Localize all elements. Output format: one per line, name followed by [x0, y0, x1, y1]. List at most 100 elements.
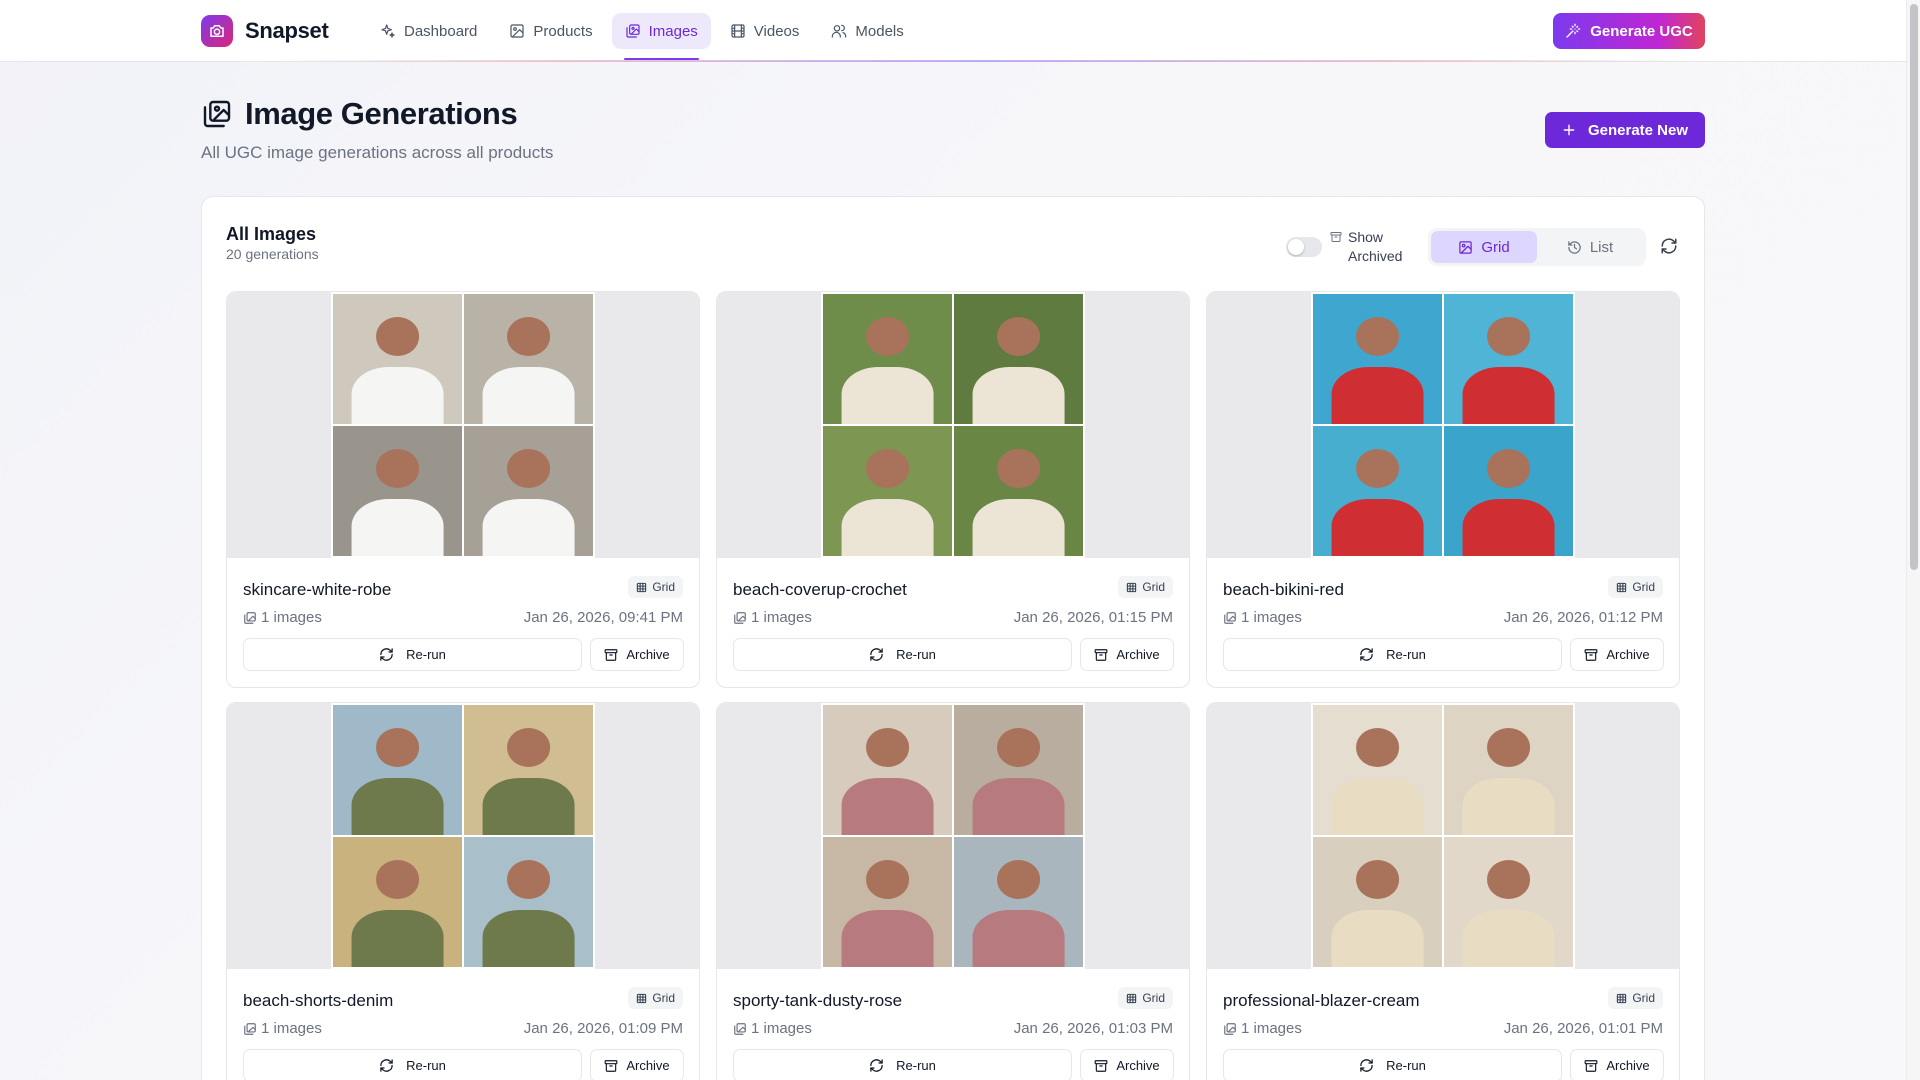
generation-date: Jan 26, 2026, 01:15 PM — [1013, 609, 1173, 626]
generation-name: professional-blazer-cream — [1223, 991, 1420, 1010]
image-count: 1 images — [243, 609, 322, 626]
grid-icon — [636, 582, 647, 593]
preview-thumbnail[interactable] — [1207, 292, 1679, 558]
wand-icon — [1565, 23, 1581, 39]
archive-label: Archive — [626, 1058, 670, 1073]
grid-icon — [1126, 993, 1137, 1004]
rerun-button[interactable]: Re-run — [733, 1049, 1072, 1080]
nav-label: Images — [648, 22, 698, 40]
scrollbar-thumb[interactable] — [1910, 4, 1918, 570]
generation-card[interactable]: beach-shorts-denim Grid 1 images Jan 26, 20… — [226, 702, 700, 1080]
camera-icon — [201, 15, 233, 47]
image-count: 1 images — [733, 609, 812, 626]
generation-date: Jan 26, 2026, 01:09 PM — [523, 1020, 683, 1037]
archive-icon — [604, 1059, 618, 1073]
preview-collage — [1311, 703, 1575, 969]
preview-image — [333, 426, 462, 556]
images-icon — [201, 98, 233, 130]
nav-label: Products — [533, 22, 593, 40]
generation-name: beach-bikini-red — [1223, 580, 1344, 599]
archive-button[interactable]: Archive — [1080, 638, 1174, 671]
preview-thumbnail[interactable] — [717, 703, 1189, 969]
grid-icon — [1616, 993, 1627, 1004]
generate-new-button[interactable]: Generate New — [1545, 112, 1705, 148]
generation-date: Jan 26, 2026, 01:12 PM — [1503, 609, 1663, 626]
navbar-accent-line — [280, 60, 1686, 62]
preview-image — [954, 837, 1083, 967]
layout-badge: Grid — [628, 987, 683, 1009]
grid-view-label: Grid — [1481, 238, 1510, 256]
nav-item-models[interactable]: Models — [818, 13, 916, 49]
preview-image — [1444, 294, 1573, 424]
generation-date: Jan 26, 2026, 09:41 PM — [523, 609, 683, 626]
generation-card[interactable]: beach-coverup-crochet Grid 1 images Jan 26,… — [716, 291, 1190, 688]
preview-image — [1313, 705, 1442, 835]
archive-icon — [1094, 1059, 1108, 1073]
layout-badge: Grid — [1118, 987, 1173, 1009]
generation-card[interactable]: sporty-tank-dusty-rose Grid 1 images Jan 26… — [716, 702, 1190, 1080]
refresh-icon — [869, 647, 884, 662]
users-icon — [831, 23, 847, 39]
page-scrollbar[interactable] — [1906, 0, 1920, 1080]
list-view-button[interactable]: List — [1537, 231, 1643, 263]
brand-name: Snapset — [245, 18, 329, 43]
nav-item-dashboard[interactable]: Dashboard — [367, 13, 490, 49]
rerun-button[interactable]: Re-run — [1223, 1049, 1562, 1080]
toggle-knob — [1288, 239, 1304, 255]
nav-item-products[interactable]: Products — [496, 13, 605, 49]
nav-item-videos[interactable]: Videos — [717, 13, 813, 49]
sparkles-icon — [380, 23, 396, 39]
preview-collage — [821, 292, 1085, 558]
archive-button[interactable]: Archive — [1570, 1049, 1664, 1080]
generate-new-label: Generate New — [1587, 121, 1689, 139]
preview-image — [954, 426, 1083, 556]
preview-image — [333, 837, 462, 967]
history-icon — [1567, 240, 1582, 255]
images-icon — [1223, 611, 1237, 625]
preview-image — [1313, 426, 1442, 556]
archive-icon — [1584, 1059, 1598, 1073]
grid-icon — [1616, 582, 1627, 593]
preview-image — [1444, 837, 1573, 967]
preview-image — [1313, 294, 1442, 424]
preview-thumbnail[interactable] — [227, 703, 699, 969]
generation-name: sporty-tank-dusty-rose — [733, 991, 903, 1010]
archive-button[interactable]: Archive — [1080, 1049, 1174, 1080]
archive-button[interactable]: Archive — [1570, 638, 1664, 671]
preview-image — [1444, 426, 1573, 556]
preview-thumbnail[interactable] — [227, 292, 699, 558]
archive-label: Archive — [1606, 1058, 1650, 1073]
generate-ugc-button[interactable]: Generate UGC — [1553, 13, 1705, 49]
nav-label: Models — [855, 22, 904, 40]
preview-collage — [1311, 292, 1575, 558]
archive-button[interactable]: Archive — [590, 638, 684, 671]
rerun-button[interactable]: Re-run — [243, 638, 582, 671]
refresh-icon[interactable] — [1660, 237, 1680, 257]
grid-view-button[interactable]: Grid — [1431, 231, 1537, 263]
image-count-text: 1 images — [1241, 609, 1302, 626]
preview-image — [464, 294, 593, 424]
images-icon — [243, 611, 257, 625]
preview-thumbnail[interactable] — [717, 292, 1189, 558]
preview-image — [823, 426, 952, 556]
nav-item-images[interactable]: Images — [611, 13, 711, 60]
generation-card[interactable]: beach-bikini-red Grid 1 images Jan 26, 2026… — [1206, 291, 1680, 688]
rerun-button[interactable]: Re-run — [1223, 638, 1562, 671]
layout-badge: Grid — [628, 576, 683, 598]
image-count-text: 1 images — [751, 1020, 812, 1037]
archive-button[interactable]: Archive — [590, 1049, 684, 1080]
preview-image — [333, 294, 462, 424]
show-archived-toggle[interactable] — [1286, 237, 1322, 257]
images-icon — [733, 1022, 747, 1036]
generation-date: Jan 26, 2026, 01:03 PM — [1013, 1020, 1173, 1037]
preview-thumbnail[interactable] — [1207, 703, 1679, 969]
generation-card[interactable]: skincare-white-robe Grid 1 images Jan 26, 2… — [226, 291, 700, 688]
generation-card[interactable]: professional-blazer-cream Grid 1 images Jan… — [1206, 702, 1680, 1080]
rerun-button[interactable]: Re-run — [733, 638, 1072, 671]
image-count: 1 images — [243, 1020, 322, 1037]
rerun-button[interactable]: Re-run — [243, 1049, 582, 1080]
archive-icon — [1330, 231, 1342, 266]
brand[interactable]: Snapset — [201, 15, 329, 47]
rerun-label: Re-run — [896, 647, 936, 662]
show-archived-label: Show Archived — [1330, 228, 1416, 266]
